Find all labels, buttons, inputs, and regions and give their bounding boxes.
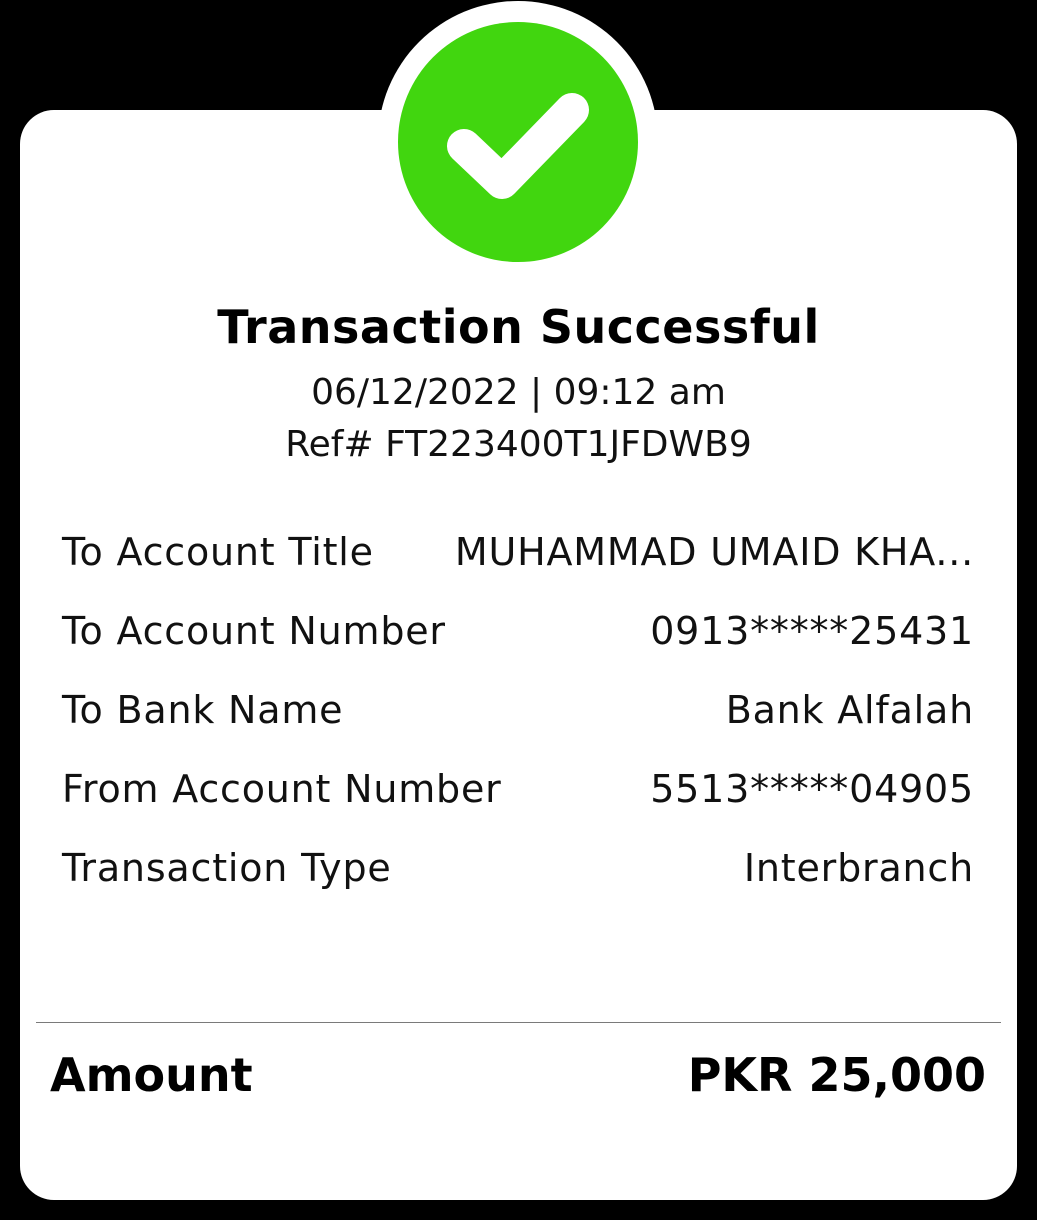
- amount-row: Amount PKR 25,000: [50, 1048, 986, 1102]
- detail-row-to-bank-name: To Bank Name Bank Alfalah: [62, 670, 974, 749]
- amount-label: Amount: [50, 1048, 253, 1102]
- detail-row-transaction-type: Transaction Type Interbranch: [62, 828, 974, 907]
- status-title: Transaction Successful: [217, 300, 820, 354]
- receipt-screen: Transaction Successful 06/12/2022 | 09:1…: [0, 0, 1037, 1220]
- transaction-datetime: 06/12/2022 | 09:12 am: [311, 372, 726, 413]
- transaction-reference: Ref# FT223400T1JFDWB9: [285, 424, 752, 465]
- check-circle-icon: [398, 22, 638, 262]
- detail-value: 0913*****25431: [650, 608, 974, 653]
- detail-row-from-account-number: From Account Number 5513*****04905: [62, 749, 974, 828]
- transaction-details: To Account Title MUHAMMAD UMAID KHA... T…: [62, 512, 974, 907]
- detail-value: Interbranch: [743, 845, 974, 890]
- detail-value: MUHAMMAD UMAID KHA...: [454, 529, 974, 574]
- detail-label: To Bank Name: [62, 687, 344, 732]
- detail-label: From Account Number: [62, 766, 502, 811]
- detail-value: 5513*****04905: [650, 766, 974, 811]
- amount-divider: [36, 1022, 1001, 1023]
- detail-value: Bank Alfalah: [725, 687, 974, 732]
- detail-label: To Account Title: [62, 529, 374, 574]
- amount-value: PKR 25,000: [687, 1048, 986, 1102]
- success-badge: [398, 22, 638, 262]
- detail-row-to-account-title: To Account Title MUHAMMAD UMAID KHA...: [62, 512, 974, 591]
- detail-label: Transaction Type: [62, 845, 392, 890]
- detail-row-to-account-number: To Account Number 0913*****25431: [62, 591, 974, 670]
- detail-label: To Account Number: [62, 608, 446, 653]
